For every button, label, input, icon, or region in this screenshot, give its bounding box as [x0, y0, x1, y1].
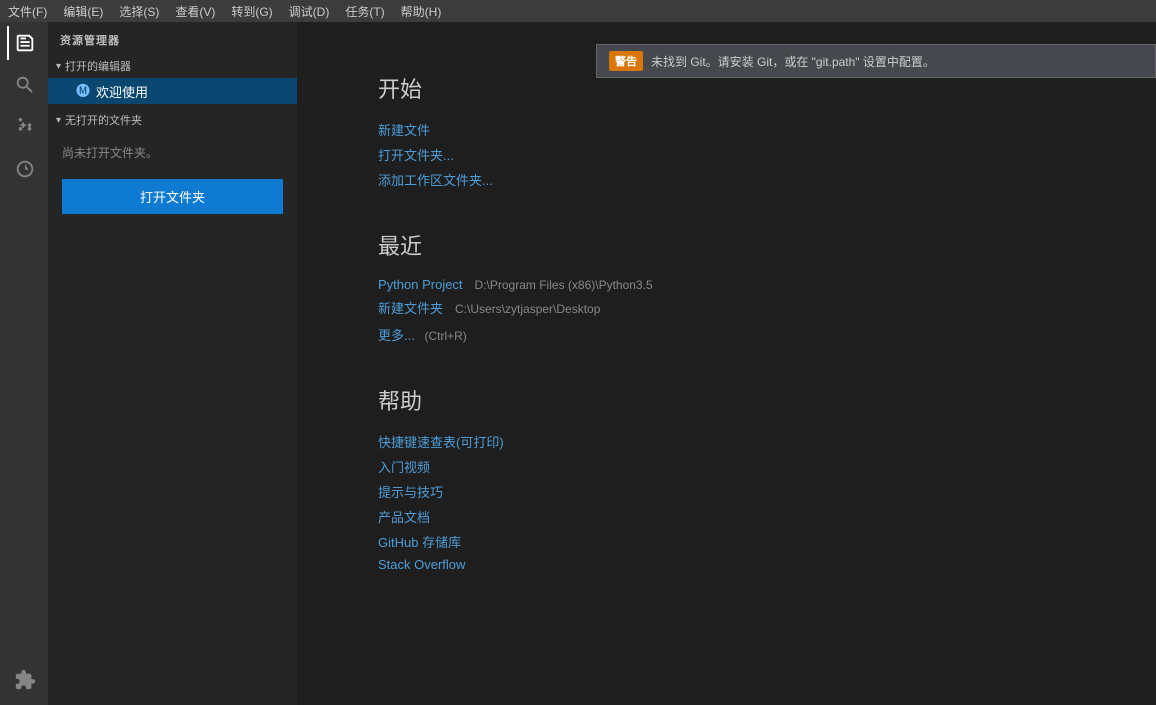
notification-bar: 警告 未找到 Git。请安装 Git，或在 "git.path" 设置中配置。 [596, 44, 1156, 78]
activity-extensions-icon[interactable] [7, 663, 41, 697]
section-open-editors[interactable]: ▾ 打开的编辑器 [48, 54, 297, 78]
sidebar-header: 资源管理器 [48, 22, 297, 54]
recent-path-0: D:\Program Files (x86)\Python3.5 [475, 278, 653, 292]
help-heading: 帮助 [378, 384, 1096, 416]
open-folder-link[interactable]: 打开文件夹... [378, 145, 1096, 164]
recent-item-1: 新建文件夹 C:\Users\zytjasper\Desktop [378, 298, 1096, 317]
title-bar: 文件(F) 编辑(E) 选择(S) 查看(V) 转到(G) 调试(D) 任务(T… [0, 0, 1156, 22]
app-body: 资源管理器 ▾ 打开的编辑器 🅜 欢迎使用 ▾ 无打开的文件夹 尚未打开文件夹。… [0, 22, 1156, 705]
recent-item-0: Python Project D:\Program Files (x86)\Py… [378, 277, 1096, 292]
more-link[interactable]: 更多... [378, 328, 415, 343]
stackoverflow-link[interactable]: Stack Overflow [378, 557, 1096, 572]
notification-text: 未找到 Git。请安装 Git，或在 "git.path" 设置中配置。 [651, 53, 935, 70]
menu-edit[interactable]: 编辑(E) [63, 3, 103, 20]
welcome-tab-label: 欢迎使用 [96, 82, 148, 101]
intro-videos-link[interactable]: 入门视频 [378, 457, 1096, 476]
recent-path-1: C:\Users\zytjasper\Desktop [455, 302, 600, 316]
tips-link[interactable]: 提示与技巧 [378, 482, 1096, 501]
docs-link[interactable]: 产品文档 [378, 507, 1096, 526]
chevron-open-editors: ▾ [56, 61, 61, 72]
help-section: 帮助 快捷键速查表(可打印) 入门视频 提示与技巧 产品文档 GitHub 存储… [378, 384, 1096, 572]
recent-heading: 最近 [378, 229, 1096, 261]
activity-files-icon[interactable] [7, 26, 41, 60]
recent-section: 最近 Python Project D:\Program Files (x86)… [378, 229, 1096, 344]
new-file-link[interactable]: 新建文件 [378, 120, 1096, 139]
activity-debug-icon[interactable] [7, 152, 41, 186]
warning-badge: 警告 [609, 51, 643, 71]
shortcuts-link[interactable]: 快捷键速查表(可打印) [378, 432, 1096, 451]
github-link[interactable]: GitHub 存储库 [378, 532, 1096, 551]
vscode-logo-icon: 🅜 [76, 81, 90, 101]
section-no-folder[interactable]: ▾ 无打开的文件夹 [48, 108, 297, 132]
menu-file[interactable]: 文件(F) [8, 3, 47, 20]
open-folder-button[interactable]: 打开文件夹 [62, 179, 283, 214]
no-folder-message: 尚未打开文件夹。 [48, 132, 297, 173]
menu-tasks[interactable]: 任务(T) [345, 3, 384, 20]
menu-help[interactable]: 帮助(H) [401, 3, 442, 20]
welcome-tab[interactable]: 🅜 欢迎使用 [48, 78, 297, 104]
recent-name-0[interactable]: Python Project [378, 277, 463, 292]
menu-view[interactable]: 查看(V) [175, 3, 215, 20]
menu-select[interactable]: 选择(S) [119, 3, 159, 20]
main-content: 开始 新建文件 打开文件夹... 添加工作区文件夹... 最近 Python P… [298, 22, 1156, 632]
section-no-folder-label: 无打开的文件夹 [65, 112, 142, 128]
activity-search-icon[interactable] [7, 68, 41, 102]
recent-name-1[interactable]: 新建文件夹 [378, 298, 443, 317]
start-section: 开始 新建文件 打开文件夹... 添加工作区文件夹... [378, 72, 1096, 189]
menu-debug[interactable]: 调试(D) [289, 3, 330, 20]
activity-bar [0, 22, 48, 705]
activity-git-icon[interactable] [7, 110, 41, 144]
section-open-editors-label: 打开的编辑器 [65, 58, 131, 74]
chevron-no-folder: ▾ [56, 115, 61, 126]
more-shortcut: (Ctrl+R) [424, 329, 466, 343]
menu-goto[interactable]: 转到(G) [231, 3, 272, 20]
add-workspace-link[interactable]: 添加工作区文件夹... [378, 170, 1096, 189]
sidebar: 资源管理器 ▾ 打开的编辑器 🅜 欢迎使用 ▾ 无打开的文件夹 尚未打开文件夹。… [48, 22, 298, 705]
